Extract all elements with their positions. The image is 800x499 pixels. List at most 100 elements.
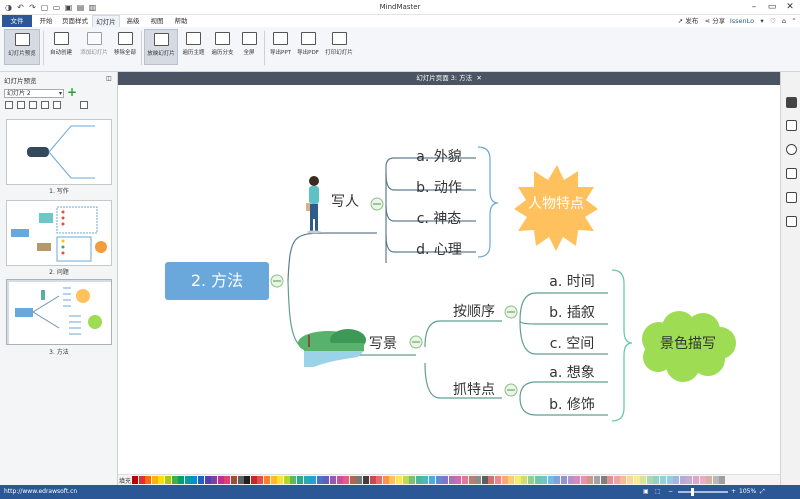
topic-in-order[interactable]: 按顺序 (446, 302, 502, 322)
color-swatch[interactable] (184, 476, 191, 484)
color-swatch[interactable] (508, 476, 515, 484)
color-swatch[interactable] (257, 476, 264, 484)
leaf-imagination[interactable]: a. 想象 (541, 364, 603, 382)
color-swatch[interactable] (198, 476, 204, 484)
tab-view[interactable]: 视图 (146, 15, 168, 27)
color-swatch[interactable] (382, 476, 389, 484)
leaf-action[interactable]: b. 动作 (408, 179, 470, 197)
tab-help[interactable]: 帮助 (170, 15, 192, 27)
color-swatch[interactable] (316, 476, 323, 484)
color-swatch[interactable] (719, 476, 726, 484)
color-swatch[interactable] (501, 476, 508, 484)
color-swatch[interactable] (488, 476, 495, 484)
color-swatch[interactable] (389, 476, 396, 484)
zoom-in-icon[interactable]: + (731, 485, 736, 499)
color-swatch[interactable] (547, 476, 554, 484)
color-swatch[interactable] (270, 476, 277, 484)
color-swatch[interactable] (600, 476, 607, 484)
slide-preview-button[interactable]: 幻灯片预览 (4, 29, 40, 65)
slide-thumbnail-selected[interactable] (6, 279, 112, 345)
export-ppt-button[interactable]: 导出PPT (267, 29, 294, 65)
color-swatch[interactable] (481, 476, 488, 484)
publish-button[interactable]: ➚ 发布 (672, 15, 704, 27)
zoom-slider[interactable] (678, 488, 728, 496)
color-swatch[interactable] (462, 476, 468, 484)
color-swatch[interactable] (521, 476, 528, 484)
color-swatch[interactable] (138, 476, 145, 484)
page-view-icon[interactable]: ▣ (643, 485, 649, 499)
color-swatch[interactable] (699, 476, 706, 484)
tab-home[interactable]: 开始 (35, 15, 57, 27)
color-swatch[interactable] (217, 476, 224, 484)
color-swatch[interactable] (429, 476, 435, 484)
color-swatch[interactable] (204, 476, 211, 484)
download-icon[interactable] (786, 168, 797, 179)
export-pdf-button[interactable]: 导出PDF (294, 29, 322, 65)
share-button[interactable]: ⋖ 分享 (702, 15, 728, 27)
slide-tool-icon[interactable] (53, 101, 61, 109)
color-swatch[interactable] (211, 476, 218, 484)
color-swatch[interactable] (620, 476, 627, 484)
color-swatch[interactable] (402, 476, 409, 484)
topic-features[interactable]: 抓特点 (446, 380, 502, 400)
color-swatch[interactable] (627, 476, 633, 484)
slide-tool-icon[interactable] (17, 101, 25, 109)
color-swatch[interactable] (336, 476, 343, 484)
color-swatch[interactable] (415, 476, 422, 484)
website-link[interactable]: http://www.edrawsoft.cn (4, 485, 77, 499)
leaf-flashback[interactable]: b. 插叙 (541, 304, 603, 322)
color-swatch[interactable] (613, 476, 620, 484)
leaf-expression[interactable]: c. 神态 (408, 210, 470, 228)
zoom-out-icon[interactable]: − (668, 485, 673, 499)
color-swatch[interactable] (290, 476, 297, 484)
color-swatch[interactable] (244, 476, 251, 484)
chevron-down-icon[interactable]: ▾ (757, 15, 767, 27)
color-swatch[interactable] (633, 476, 640, 484)
color-swatch[interactable] (607, 476, 614, 484)
color-swatch[interactable] (653, 476, 660, 484)
color-swatch[interactable] (277, 476, 284, 484)
color-swatch[interactable] (468, 476, 475, 484)
canvas-tab[interactable]: 幻灯片页面 3: 方法 ✕ (118, 72, 780, 85)
tab-page-style[interactable]: 页面样式 (60, 15, 90, 27)
color-swatch[interactable] (422, 476, 429, 484)
collapse-ribbon-icon[interactable]: ⌃ (789, 15, 799, 27)
color-swatch[interactable] (528, 476, 534, 484)
color-swatch[interactable] (495, 476, 501, 484)
color-swatch[interactable] (712, 476, 719, 484)
auto-create-button[interactable]: 自动创建 (46, 29, 76, 65)
root-topic[interactable]: 2. 方法 (165, 262, 269, 300)
color-swatch[interactable] (165, 476, 171, 484)
play-slides-button[interactable]: 放映幻灯片 (144, 29, 178, 65)
color-swatch[interactable] (330, 476, 336, 484)
color-swatch[interactable] (250, 476, 257, 484)
add-slide-button[interactable]: 添加幻灯片 (77, 29, 111, 65)
fit-page-icon[interactable]: ⤢ (760, 485, 765, 499)
color-swatch[interactable] (541, 476, 548, 484)
leaf-appearance[interactable]: a. 外貌 (408, 148, 470, 166)
color-swatch[interactable] (323, 476, 330, 484)
color-swatch[interactable] (455, 476, 462, 484)
calendar-icon[interactable] (786, 192, 797, 203)
floating-topic-character[interactable]: 人物特点 (518, 195, 594, 213)
color-swatch[interactable] (534, 476, 541, 484)
color-swatch[interactable] (363, 476, 369, 484)
color-swatch[interactable] (297, 476, 303, 484)
slide-icon[interactable] (786, 216, 797, 227)
color-swatch[interactable] (264, 476, 270, 484)
file-menu[interactable]: 文件 (2, 15, 32, 27)
color-swatch[interactable] (191, 476, 198, 484)
slide-thumbnail[interactable] (6, 200, 112, 266)
color-swatch[interactable] (369, 476, 376, 484)
color-swatch[interactable] (594, 476, 600, 484)
floating-topic-scenery[interactable]: 景色描写 (650, 335, 726, 353)
slide-tool-icon[interactable] (80, 101, 88, 109)
color-swatch[interactable] (660, 476, 666, 484)
maximize-button[interactable]: ▭ (763, 2, 781, 13)
leaf-space[interactable]: c. 空间 (541, 335, 603, 353)
tab-advanced[interactable]: 高级 (122, 15, 144, 27)
leaf-decoration[interactable]: b. 修饰 (541, 396, 603, 414)
slide-select[interactable]: 幻灯片 2 ▾ (4, 89, 64, 98)
color-swatch[interactable] (343, 476, 350, 484)
color-swatch[interactable] (554, 476, 561, 484)
